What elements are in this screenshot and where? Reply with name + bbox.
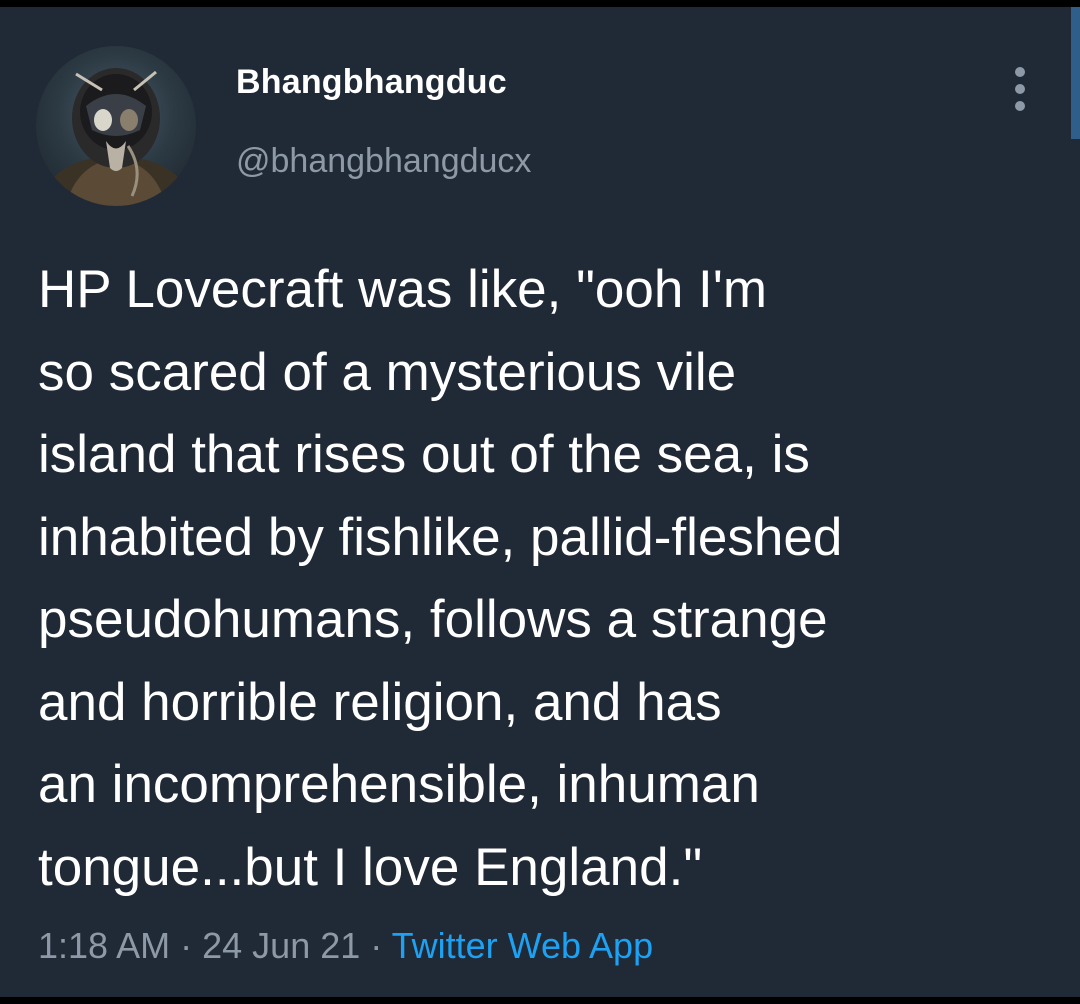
handle[interactable]: @bhangbhangducx [236, 142, 531, 181]
tweet-text-line: an incomprehensible, inhuman [38, 755, 760, 814]
avatar[interactable] [36, 46, 196, 206]
separator: · [180, 925, 193, 966]
tweet-text-line: HP Lovecraft was like, "ooh I'm [38, 260, 768, 319]
tweet-time[interactable]: 1:18 AM [38, 925, 170, 966]
tweet-meta: 1:18 AM · 24 Jun 21 · Twitter Web App [38, 925, 653, 967]
tweet-text-line: tongue...but I love England." [38, 837, 703, 897]
tweet-source-link[interactable]: Twitter Web App [392, 925, 653, 966]
tweet-text-line: pseudohumans, follows a strange [38, 590, 828, 649]
tweet-text-line: so scared of a mysterious vile [38, 342, 737, 402]
tweet-text-line: inhabited by fishlike, pallid-fleshed [38, 507, 843, 567]
tweet-text-line: island that rises out of the sea, is [38, 425, 810, 484]
scrollbar[interactable] [1071, 7, 1080, 139]
tweet-text: HP Lovecraft was like, "ooh I'm so scare… [38, 249, 1048, 909]
tweet-card: Bhangbhangduc @bhangbhangducx HP Lovecra… [0, 7, 1080, 997]
more-vertical-icon[interactable] [1008, 67, 1032, 111]
astronaut-helmet-avatar-icon [46, 68, 186, 206]
separator: · [370, 925, 383, 966]
display-name[interactable]: Bhangbhangduc [236, 63, 507, 102]
tweet-text-line: and horrible religion, and has [38, 672, 722, 732]
tweet-date[interactable]: 24 Jun 21 [202, 925, 360, 966]
